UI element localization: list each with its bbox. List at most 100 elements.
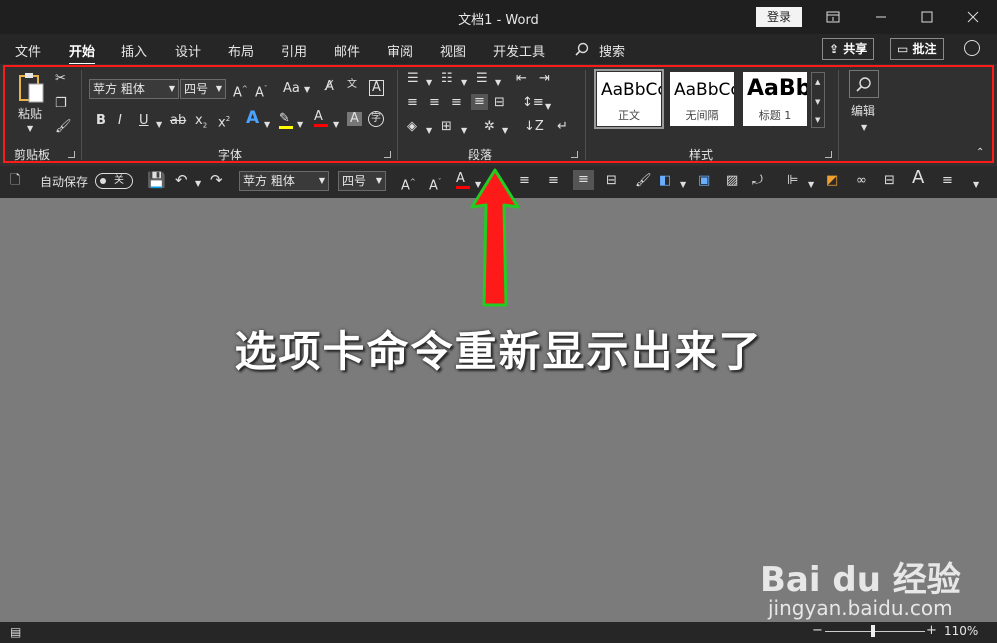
- copy-icon[interactable]: ❐: [55, 97, 67, 111]
- tab-mailings[interactable]: 邮件: [334, 41, 360, 60]
- bold-icon[interactable]: B: [96, 114, 106, 128]
- login-button[interactable]: 登录: [756, 7, 802, 27]
- qat-align-dropdown-icon[interactable]: ▼: [808, 178, 814, 192]
- bullets-dropdown-icon[interactable]: ▼: [426, 76, 432, 90]
- tab-home[interactable]: 开始: [69, 41, 96, 66]
- qat-shapes-dropdown-icon[interactable]: ▼: [680, 178, 686, 192]
- line-spacing-icon[interactable]: ↕≡: [522, 96, 544, 110]
- font-color-dropdown-icon[interactable]: ▼: [333, 118, 339, 132]
- italic-icon[interactable]: I: [118, 114, 122, 128]
- style-heading-1[interactable]: AaBb 标题 1: [743, 72, 807, 126]
- cut-icon[interactable]: ✂: [55, 72, 66, 86]
- chinese-layout-icon[interactable]: ✲: [484, 120, 495, 134]
- chevron-down-icon[interactable]: ▼: [815, 95, 820, 109]
- share-button[interactable]: ⇪ 共享: [822, 38, 875, 60]
- zoom-slider-thumb[interactable]: [871, 625, 875, 637]
- borders-icon[interactable]: ⊞: [441, 120, 452, 134]
- style-no-spacing[interactable]: AaBbCc 无间隔: [670, 72, 734, 126]
- qat-text-icon[interactable]: A: [912, 169, 924, 187]
- subscript-icon[interactable]: x2: [195, 114, 207, 133]
- style-normal[interactable]: AaBbCc 正文: [594, 69, 664, 129]
- styles-scroll[interactable]: ▲ ▼ ▼: [811, 72, 825, 128]
- qat-textbox-icon[interactable]: ▣: [698, 174, 710, 188]
- qat-wrap-icon[interactable]: ⤾: [752, 174, 763, 188]
- enclose-characters-icon[interactable]: 字: [368, 111, 384, 127]
- change-case-button[interactable]: Aa ▼: [283, 82, 310, 97]
- tab-file[interactable]: 文件: [15, 41, 41, 60]
- numbering-icon[interactable]: ☷: [441, 72, 453, 86]
- strikethrough-icon[interactable]: ab: [170, 114, 186, 128]
- sort-icon[interactable]: ↓Z: [524, 120, 544, 134]
- grow-font-icon[interactable]: A^: [233, 82, 248, 100]
- styles-more-icon[interactable]: ▼: [815, 113, 820, 127]
- zoom-out-icon[interactable]: −: [812, 624, 823, 638]
- paste-dropdown-icon[interactable]: ▼: [27, 122, 33, 136]
- qat-picture-icon[interactable]: ▨: [726, 174, 738, 188]
- shrink-font-icon[interactable]: Aˇ: [255, 82, 267, 100]
- qat-font-size-combo[interactable]: 四号 ▼: [338, 171, 386, 191]
- new-document-icon[interactable]: 🗋: [10, 174, 20, 188]
- qat-customize-icon[interactable]: ▼: [973, 178, 979, 192]
- font-launcher-icon[interactable]: [384, 151, 391, 158]
- qat-align-objects-icon[interactable]: ⊫: [787, 174, 798, 188]
- highlight-color-icon[interactable]: ✎: [279, 112, 293, 129]
- shading-icon[interactable]: ◈: [407, 120, 417, 134]
- shading-dropdown-icon[interactable]: ▼: [426, 124, 432, 138]
- tab-design[interactable]: 设计: [175, 41, 201, 60]
- collapse-ribbon-icon[interactable]: ⌃: [976, 146, 984, 160]
- tab-insert[interactable]: 插入: [121, 41, 147, 60]
- line-spacing-dropdown-icon[interactable]: ▼: [545, 100, 551, 114]
- phonetic-guide-icon[interactable]: 文: [347, 78, 357, 92]
- zoom-level[interactable]: 110%: [944, 624, 978, 638]
- decrease-indent-icon[interactable]: ⇤: [516, 72, 527, 86]
- ribbon-display-options-icon[interactable]: [810, 0, 856, 34]
- undo-dropdown-icon[interactable]: ▼: [195, 177, 201, 191]
- styles-launcher-icon[interactable]: [825, 151, 832, 158]
- paragraph-launcher-icon[interactable]: [571, 151, 578, 158]
- find-search-icon[interactable]: [849, 70, 879, 98]
- qat-font-name-combo[interactable]: 苹方 粗体 ▼: [239, 171, 329, 191]
- qat-shrink-font-icon[interactable]: Aˇ: [429, 175, 441, 193]
- qat-link-icon[interactable]: ∞: [856, 174, 867, 188]
- underline-dropdown-icon[interactable]: ▼: [156, 118, 162, 132]
- minimize-icon[interactable]: [858, 0, 904, 34]
- search-label[interactable]: 搜索: [599, 41, 625, 60]
- numbering-dropdown-icon[interactable]: ▼: [461, 76, 467, 90]
- highlight-dropdown-icon[interactable]: ▼: [297, 118, 303, 132]
- format-painter-icon[interactable]: 🖌: [55, 120, 72, 134]
- redo-icon[interactable]: ↷: [210, 173, 223, 188]
- chevron-up-icon[interactable]: ▲: [815, 75, 820, 89]
- text-effects-icon[interactable]: A: [246, 110, 259, 127]
- paste-icon[interactable]: [16, 72, 46, 110]
- qat-wrap-text-icon[interactable]: ≡: [942, 174, 953, 188]
- editing-label[interactable]: 编辑: [851, 104, 875, 118]
- borders-dropdown-icon[interactable]: ▼: [461, 124, 467, 138]
- save-icon[interactable]: 💾: [147, 173, 166, 188]
- tab-review[interactable]: 审阅: [387, 41, 413, 60]
- search-icon[interactable]: [575, 42, 589, 60]
- character-shading-icon[interactable]: A: [347, 112, 362, 126]
- align-left-icon[interactable]: ≡: [407, 96, 418, 110]
- paste-label[interactable]: 粘贴: [18, 107, 42, 121]
- qat-grow-font-icon[interactable]: A^: [401, 175, 416, 193]
- qat-align-right-icon[interactable]: ≡: [548, 174, 559, 188]
- undo-icon[interactable]: ↶: [175, 173, 188, 188]
- feedback-smiley-icon[interactable]: [964, 40, 980, 56]
- close-icon[interactable]: [950, 0, 996, 34]
- font-name-combo[interactable]: 苹方 粗体 ▼: [89, 79, 179, 99]
- justify-icon[interactable]: ≡: [471, 94, 488, 110]
- distributed-icon[interactable]: ⊟: [494, 96, 505, 110]
- qat-border-icon[interactable]: ⊟: [884, 174, 895, 188]
- layout-view-icon[interactable]: ▤: [10, 625, 21, 639]
- tab-layout[interactable]: 布局: [228, 41, 254, 60]
- underline-icon[interactable]: U: [139, 114, 149, 128]
- zoom-in-icon[interactable]: +: [926, 624, 937, 638]
- align-right-icon[interactable]: ≡: [451, 96, 462, 110]
- font-color-icon[interactable]: A: [314, 110, 328, 127]
- editing-dropdown-icon[interactable]: ▼: [861, 121, 867, 135]
- qat-bring-forward-icon[interactable]: ◩: [826, 174, 838, 188]
- character-border-icon[interactable]: A: [369, 80, 384, 96]
- multilevel-list-icon[interactable]: ☰: [476, 72, 488, 86]
- chinese-layout-dropdown-icon[interactable]: ▼: [502, 124, 508, 138]
- show-marks-icon[interactable]: ↵: [557, 120, 568, 134]
